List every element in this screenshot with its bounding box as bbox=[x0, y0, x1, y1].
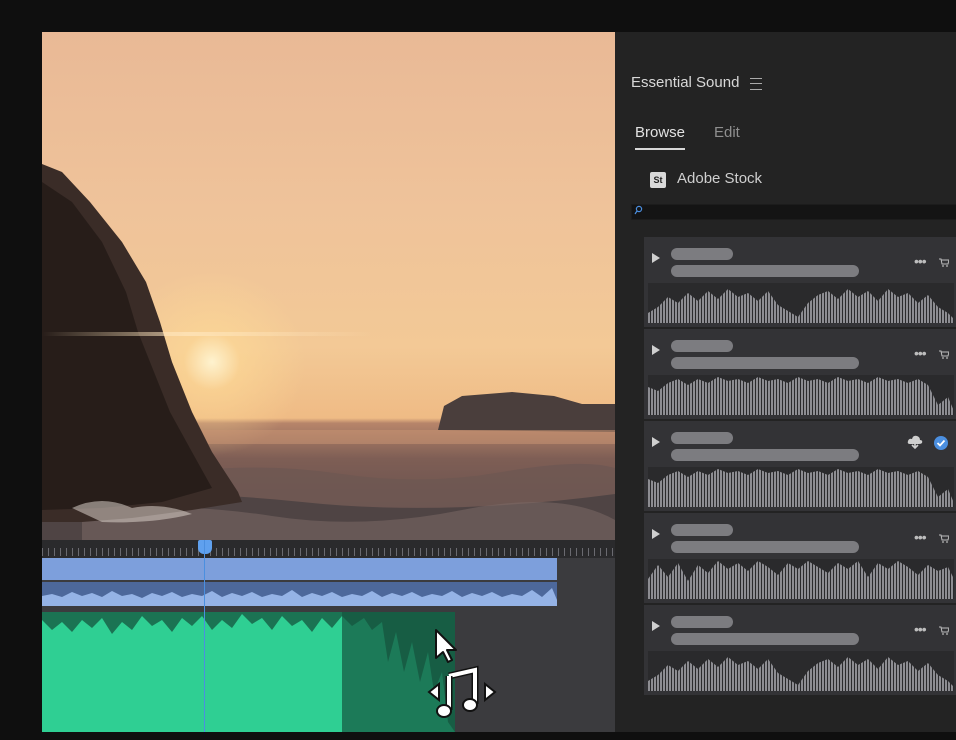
cloud-download-icon bbox=[907, 435, 923, 450]
list-item[interactable]: ••• bbox=[644, 237, 956, 327]
track-info-placeholder bbox=[671, 265, 859, 277]
video-clip[interactable] bbox=[42, 558, 557, 580]
active-tab-indicator bbox=[635, 148, 685, 150]
adobe-stock-icon: St bbox=[650, 172, 666, 188]
list-item[interactable] bbox=[644, 421, 956, 511]
play-icon[interactable] bbox=[652, 437, 660, 447]
music-drag-icon bbox=[427, 665, 497, 718]
license-status bbox=[907, 435, 948, 450]
panel-title: Essential Sound bbox=[631, 74, 740, 91]
app-frame: Essential Sound Browse Edit St Adobe Sto… bbox=[42, 32, 956, 732]
more-icon[interactable]: ••• bbox=[914, 621, 927, 637]
playhead-handle[interactable] bbox=[198, 540, 212, 554]
essential-sound-panel: Essential Sound Browse Edit St Adobe Sto… bbox=[615, 32, 956, 732]
cart-icon[interactable] bbox=[939, 258, 949, 267]
results-list: ••• ••• ••• ••• bbox=[644, 237, 956, 697]
music-waveform bbox=[42, 612, 455, 732]
track-title-placeholder bbox=[671, 432, 733, 444]
track-info-placeholder bbox=[671, 633, 859, 645]
track-info-placeholder bbox=[671, 449, 859, 461]
track-waveform bbox=[648, 283, 954, 323]
audio-waveform bbox=[42, 588, 557, 606]
adobe-stock-label[interactable]: Adobe Stock bbox=[677, 170, 762, 187]
track-waveform bbox=[648, 651, 954, 691]
play-icon[interactable] bbox=[652, 345, 660, 355]
list-item[interactable]: ••• bbox=[644, 513, 956, 603]
lens-flare bbox=[42, 332, 372, 336]
audio-clip[interactable] bbox=[42, 582, 557, 606]
play-icon[interactable] bbox=[652, 621, 660, 631]
cart-icon[interactable] bbox=[939, 534, 949, 543]
track-info-placeholder bbox=[671, 357, 859, 369]
track-waveform bbox=[648, 467, 954, 507]
list-item[interactable]: ••• bbox=[644, 605, 956, 695]
track-title-placeholder bbox=[671, 524, 733, 536]
tab-edit[interactable]: Edit bbox=[714, 124, 740, 141]
check-circle-icon bbox=[934, 436, 948, 450]
cart-icon[interactable] bbox=[939, 350, 949, 359]
track-waveform bbox=[648, 375, 954, 415]
track-info-placeholder bbox=[671, 541, 859, 553]
scene-illustration bbox=[42, 164, 615, 540]
play-icon[interactable] bbox=[652, 529, 660, 539]
track-title-placeholder bbox=[671, 248, 733, 260]
track-title-placeholder bbox=[671, 616, 733, 628]
time-ruler[interactable] bbox=[42, 540, 615, 558]
track-title-placeholder bbox=[671, 340, 733, 352]
playhead-line bbox=[204, 540, 205, 732]
play-icon[interactable] bbox=[652, 253, 660, 263]
cart-icon[interactable] bbox=[939, 626, 949, 635]
list-item[interactable]: ••• bbox=[644, 329, 956, 419]
ruler-ticks bbox=[42, 548, 615, 556]
more-icon[interactable]: ••• bbox=[914, 253, 927, 269]
search-icon bbox=[634, 205, 643, 215]
search-input[interactable] bbox=[631, 204, 956, 220]
hamburger-menu-icon[interactable] bbox=[750, 78, 762, 90]
more-icon[interactable]: ••• bbox=[914, 529, 927, 545]
timeline-tracks[interactable] bbox=[42, 558, 615, 732]
music-clip[interactable] bbox=[42, 612, 455, 732]
video-preview[interactable] bbox=[42, 32, 615, 540]
arrow-cursor-icon bbox=[435, 629, 457, 663]
track-waveform bbox=[648, 559, 954, 599]
more-icon[interactable]: ••• bbox=[914, 345, 927, 361]
tab-browse[interactable]: Browse bbox=[635, 124, 685, 141]
